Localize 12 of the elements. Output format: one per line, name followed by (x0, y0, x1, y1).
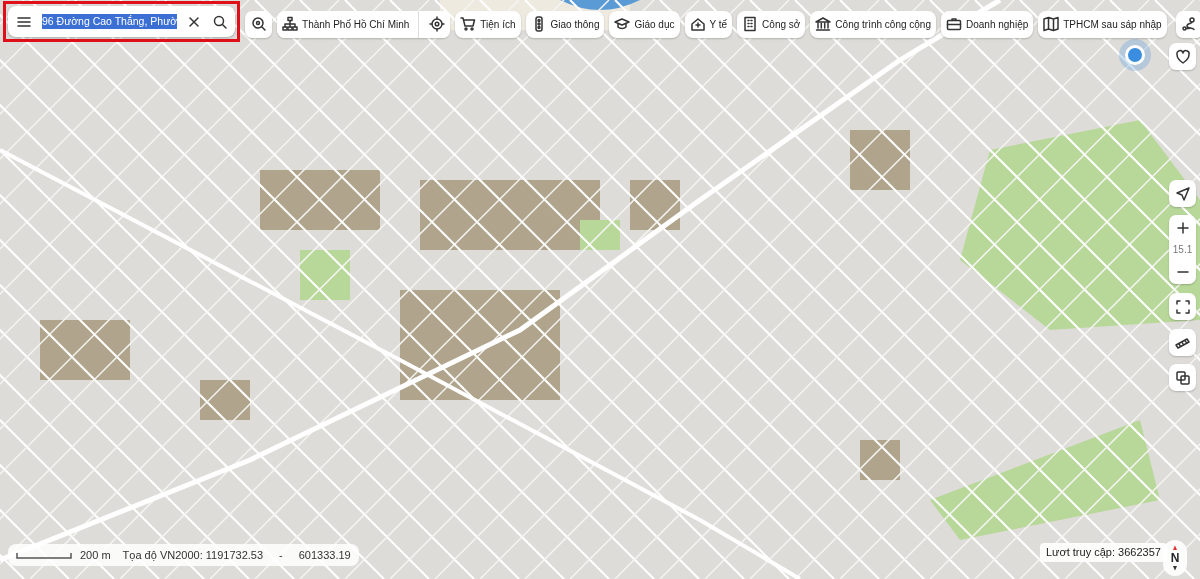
coordinate-separator: - (279, 547, 283, 563)
category-button[interactable]: Công trình công cộng (810, 10, 936, 38)
scale-label: 200 m (80, 547, 111, 563)
search-field[interactable]: 96 Đường Cao Thắng, Phườ (8, 6, 236, 37)
coordinate-label: Tọa độ VN2000: 1191732.53 (122, 547, 264, 563)
category-button[interactable]: TPHCM sau sáp nhập (1038, 10, 1167, 38)
category-button[interactable]: Giáo dục (609, 10, 680, 38)
zoom-level: 15.1 (1172, 243, 1193, 257)
category-button[interactable]: Tiện ích (455, 10, 521, 38)
visit-counter: Lươt truy cập: 3662357 (1040, 543, 1167, 562)
coordinate-value: 601333.19 (298, 547, 351, 563)
category-button[interactable]: Công sở (737, 10, 806, 38)
